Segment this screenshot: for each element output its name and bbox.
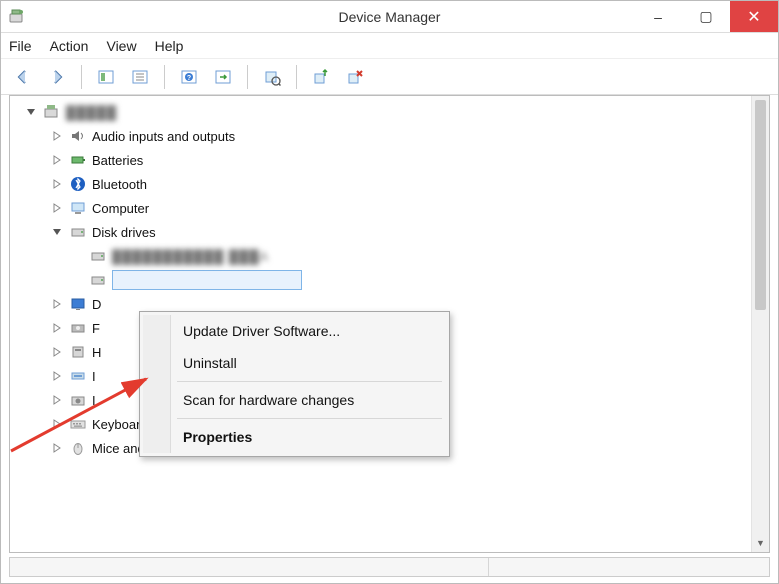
tree-category[interactable]: Bluetooth <box>10 172 751 196</box>
properties-button[interactable] <box>126 63 154 91</box>
expand-icon[interactable] <box>50 393 64 407</box>
tree-label: Bluetooth <box>92 177 147 192</box>
action-button[interactable] <box>209 63 237 91</box>
expand-icon[interactable] <box>50 177 64 191</box>
toolbar-separator <box>296 65 297 89</box>
tree-label: I <box>92 369 96 384</box>
keyboard-icon <box>68 414 88 434</box>
update-driver-button[interactable] <box>307 63 335 91</box>
scroll-thumb[interactable] <box>755 100 766 310</box>
toolbar: ? <box>1 59 778 95</box>
dvd-icon <box>68 318 88 338</box>
uninstall-button[interactable] <box>341 63 369 91</box>
disk-icon <box>88 270 108 290</box>
context-menu-scan[interactable]: Scan for hardware changes <box>143 384 446 416</box>
tree-label: Disk drives <box>92 225 156 240</box>
tree-label: D <box>92 297 101 312</box>
app-icon <box>7 7 27 27</box>
menu-help[interactable]: Help <box>155 38 184 54</box>
tree-label: Audio inputs and outputs <box>92 129 235 144</box>
menu-file[interactable]: File <box>9 38 32 54</box>
toolbar-separator <box>247 65 248 89</box>
close-button[interactable]: ✕ <box>730 1 778 32</box>
expand-icon[interactable] <box>50 441 64 455</box>
tree-root[interactable]: █████ <box>10 100 751 124</box>
computer-icon <box>42 102 62 122</box>
minimize-button[interactable]: – <box>634 1 682 32</box>
computer-icon <box>68 198 88 218</box>
expand-icon[interactable] <box>50 321 64 335</box>
tree-label: I <box>92 393 96 408</box>
status-pane <box>10 558 489 576</box>
toolbar-separator <box>81 65 82 89</box>
tree-label: ███████████ ███A <box>112 249 269 264</box>
context-menu-separator <box>177 381 442 382</box>
svg-text:?: ? <box>187 75 191 82</box>
tree-category[interactable]: Computer <box>10 196 751 220</box>
speaker-icon <box>68 126 88 146</box>
context-menu-update-driver[interactable]: Update Driver Software... <box>143 315 446 347</box>
window-buttons: – ▢ ✕ <box>634 1 778 32</box>
scan-hardware-button[interactable] <box>258 63 286 91</box>
mouse-icon <box>68 438 88 458</box>
back-button[interactable] <box>9 63 37 91</box>
ide-icon <box>68 366 88 386</box>
context-menu-properties[interactable]: Properties <box>143 421 446 453</box>
imaging-icon <box>68 390 88 410</box>
expand-icon[interactable] <box>50 129 64 143</box>
tree-label: F <box>92 321 100 336</box>
menubar: File Action View Help <box>1 33 778 59</box>
tree-device-selected[interactable] <box>10 268 751 292</box>
forward-button[interactable] <box>43 63 71 91</box>
tree-device[interactable]: ███████████ ███A <box>10 244 751 268</box>
maximize-button[interactable]: ▢ <box>682 1 730 32</box>
context-menu-uninstall[interactable]: Uninstall <box>143 347 446 379</box>
tree-label: Computer <box>92 201 149 216</box>
disk-icon <box>68 222 88 242</box>
tree-category-disk-drives[interactable]: Disk drives <box>10 220 751 244</box>
display-icon <box>68 294 88 314</box>
expand-icon[interactable] <box>50 417 64 431</box>
expand-icon[interactable] <box>50 345 64 359</box>
titlebar: Device Manager – ▢ ✕ <box>1 1 778 33</box>
battery-icon <box>68 150 88 170</box>
context-menu-separator <box>177 418 442 419</box>
expand-icon[interactable] <box>50 201 64 215</box>
expand-icon[interactable] <box>50 297 64 311</box>
context-menu: Update Driver Software... Uninstall Scan… <box>139 311 450 457</box>
tree-category[interactable]: Batteries <box>10 148 751 172</box>
help-button[interactable]: ? <box>175 63 203 91</box>
expand-icon[interactable] <box>50 153 64 167</box>
toolbar-separator <box>164 65 165 89</box>
tree-label: H <box>92 345 101 360</box>
collapse-icon[interactable] <box>50 225 64 239</box>
show-hidden-button[interactable] <box>92 63 120 91</box>
tree-root-label: █████ <box>66 105 117 120</box>
menu-action[interactable]: Action <box>50 38 89 54</box>
tree-label: Batteries <box>92 153 143 168</box>
hid-icon <box>68 342 88 362</box>
bluetooth-icon <box>68 174 88 194</box>
menu-view[interactable]: View <box>106 38 136 54</box>
expand-collapse-icon[interactable] <box>24 105 38 119</box>
scroll-down-icon[interactable]: ▼ <box>752 534 769 552</box>
tree-category[interactable]: Audio inputs and outputs <box>10 124 751 148</box>
status-bar <box>9 557 770 577</box>
expand-icon[interactable] <box>50 369 64 383</box>
disk-icon <box>88 246 108 266</box>
selected-device-label <box>112 270 302 290</box>
vertical-scrollbar[interactable]: ▲ ▼ <box>751 96 769 552</box>
status-pane <box>489 558 769 576</box>
